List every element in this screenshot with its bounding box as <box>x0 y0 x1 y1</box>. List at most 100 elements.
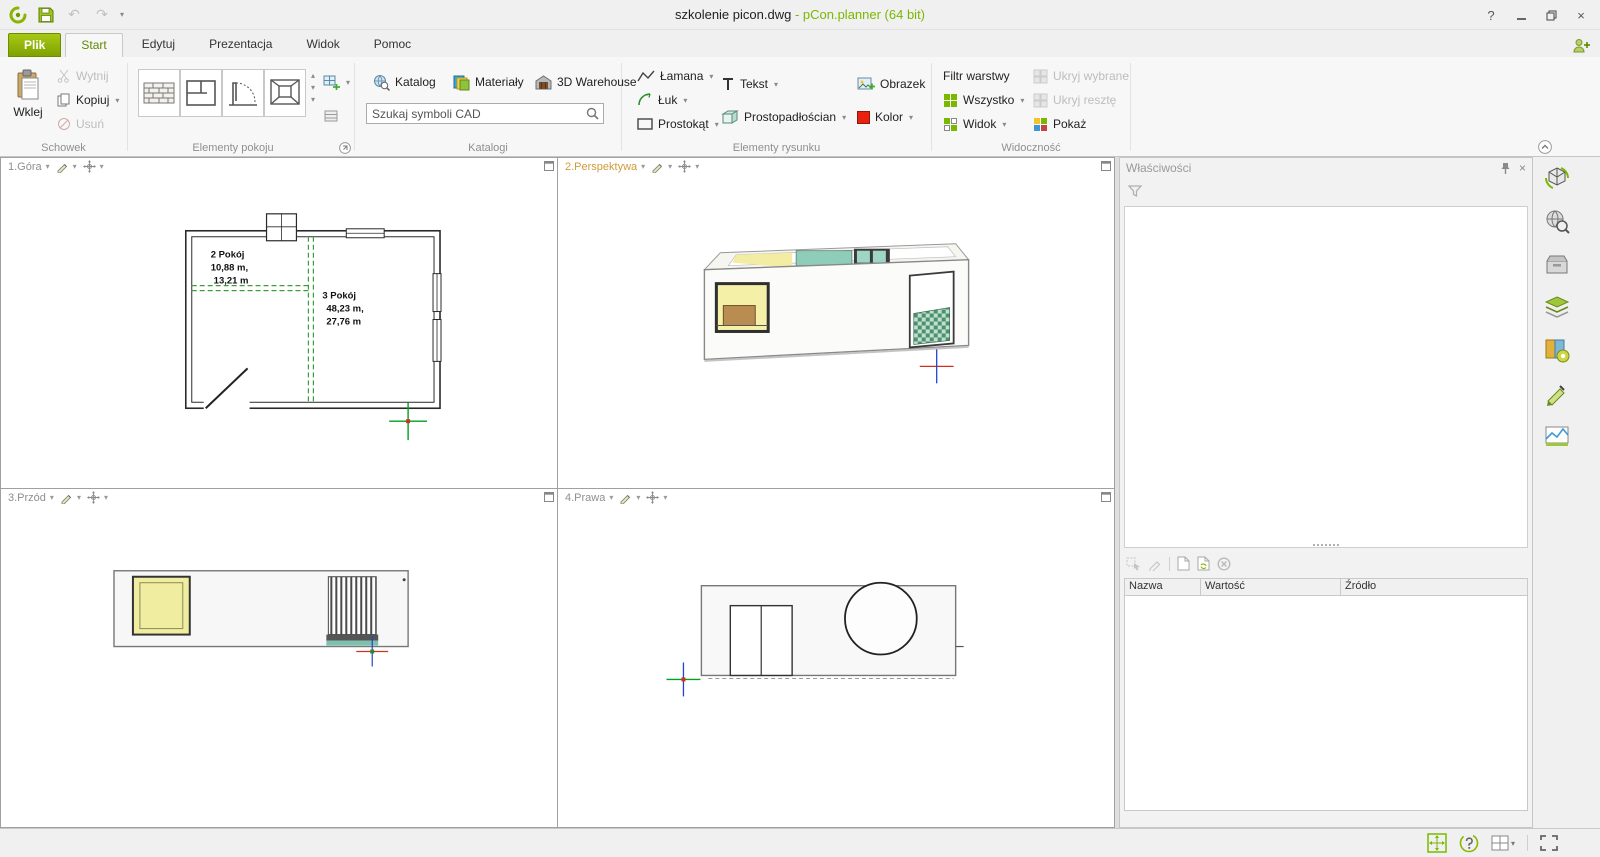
viewport-layout-dropdown-icon[interactable]: ▾ <box>1511 839 1515 848</box>
viewport-4-render-mode-pen-icon[interactable] <box>619 491 632 504</box>
selection-filter-icon[interactable] <box>1128 184 1144 198</box>
pan-mode-icon[interactable] <box>1427 833 1447 853</box>
viewport-3-navigation-icon[interactable] <box>86 491 100 504</box>
wall-tool-button[interactable] <box>138 69 180 117</box>
tab-pomoc[interactable]: Pomoc <box>359 33 426 57</box>
new-page-icon[interactable] <box>1177 556 1190 571</box>
text-button[interactable]: Tekst ▾ <box>716 73 783 95</box>
catalog-search-icon[interactable] <box>1541 206 1573 236</box>
room-rows-tool-button[interactable] <box>320 105 342 127</box>
rectangle-button[interactable]: Prostokąt ▾ <box>632 113 724 135</box>
materials-manager-icon[interactable] <box>1541 335 1573 365</box>
maximize-button[interactable] <box>1538 4 1564 26</box>
scroll-down-icon[interactable]: ▾ <box>311 83 315 92</box>
polyline-dropdown-icon[interactable]: ▾ <box>709 72 713 81</box>
collapse-ribbon-icon[interactable] <box>1538 140 1552 154</box>
image-button[interactable]: Obrazek <box>852 73 930 95</box>
viewport-1-label[interactable]: 1.Góra <box>8 161 42 173</box>
warehouse-button[interactable]: 3D Warehouse <box>530 71 642 93</box>
viewport-4-view-dropdown-icon[interactable]: ▾ <box>609 493 613 502</box>
viewport-3-navigation-dropdown-icon[interactable]: ▾ <box>104 493 108 502</box>
viewport-2-navigation-dropdown-icon[interactable]: ▾ <box>695 162 699 171</box>
catalog-button[interactable]: Katalog <box>368 71 441 93</box>
door-tool-button[interactable] <box>222 69 264 117</box>
fullscreen-icon[interactable] <box>1540 835 1558 851</box>
viewport-3-view-dropdown-icon[interactable]: ▾ <box>50 493 54 502</box>
close-button[interactable]: × <box>1568 4 1594 26</box>
viewport-2-maximize-icon[interactable] <box>1101 161 1111 171</box>
show-all-button[interactable]: Wszystko ▾ <box>938 89 1029 111</box>
viewport-3-label[interactable]: 3.Przód <box>8 492 46 504</box>
render-settings-icon[interactable] <box>1541 421 1573 451</box>
column-header-zrodlo[interactable]: Źródło <box>1341 579 1527 595</box>
layers-icon[interactable] <box>1541 292 1573 322</box>
tab-edytuj[interactable]: Edytuj <box>127 33 190 57</box>
show-all-dropdown-icon[interactable]: ▾ <box>1020 96 1024 105</box>
hide-rest-button[interactable]: Ukryj resztę <box>1028 89 1121 111</box>
viewport-perspective-canvas[interactable] <box>558 158 1114 488</box>
viewport-4-render-dropdown-icon[interactable]: ▾ <box>636 493 640 502</box>
arc-button[interactable]: Łuk ▾ <box>632 89 692 111</box>
tab-widok[interactable]: Widok <box>291 33 354 57</box>
viewport-3-render-mode-pen-icon[interactable] <box>60 491 73 504</box>
ceiling-tool-button[interactable] <box>264 69 306 117</box>
viewport-top-canvas[interactable]: 2 Pokój 10,88 m, 13,21 m 3 Pokój 48,23 m… <box>1 158 557 488</box>
viewport-3-render-dropdown-icon[interactable]: ▾ <box>77 493 81 502</box>
save-button[interactable] <box>36 5 56 25</box>
select-filter-icon[interactable] <box>1126 556 1141 571</box>
cut-button[interactable]: Wytnij <box>52 65 114 87</box>
viewport-2-render-mode-pen-icon[interactable] <box>651 160 664 173</box>
redo-button[interactable]: ↷ <box>92 5 112 25</box>
viewport-4-maximize-icon[interactable] <box>1101 492 1111 502</box>
cad-symbol-search-input[interactable] <box>367 106 582 121</box>
color-dropdown-icon[interactable]: ▾ <box>909 113 913 122</box>
annotate-pen-icon[interactable] <box>1541 378 1573 408</box>
view-visibility-dropdown-icon[interactable]: ▾ <box>1002 120 1006 129</box>
materials-button[interactable]: Materiały <box>448 71 529 93</box>
viewport-4-navigation-icon[interactable] <box>646 491 660 504</box>
help-navigation-icon[interactable] <box>1459 833 1479 853</box>
gallery-more-icon[interactable]: ▾ <box>311 95 315 104</box>
pin-icon[interactable] <box>1499 162 1511 174</box>
search-icon[interactable] <box>582 107 603 120</box>
insert-opening-dropdown-icon[interactable]: ▾ <box>346 78 350 87</box>
edit-pen-icon[interactable] <box>1148 557 1162 571</box>
viewport-4-label[interactable]: 4.Prawa <box>565 492 605 504</box>
scroll-up-icon[interactable]: ▴ <box>311 71 315 80</box>
arc-dropdown-icon[interactable]: ▾ <box>683 96 687 105</box>
tab-plik[interactable]: Plik <box>8 33 62 57</box>
splitter-handle[interactable] <box>1313 544 1339 546</box>
polyline-button[interactable]: Łamana ▾ <box>632 65 718 87</box>
view-visibility-button[interactable]: Widok ▾ <box>938 113 1011 135</box>
orbit-navigation-icon[interactable] <box>1541 163 1573 193</box>
minimize-button[interactable] <box>1508 4 1534 26</box>
delete-button[interactable]: Usuń <box>52 113 109 135</box>
viewport-front-canvas[interactable] <box>1 489 557 827</box>
show-button[interactable]: Pokaż <box>1028 113 1091 135</box>
copy-button[interactable]: Kopiuj ▾ <box>52 89 124 111</box>
tab-prezentacja[interactable]: Prezentacja <box>194 33 287 57</box>
clear-icon[interactable] <box>1217 557 1231 571</box>
viewport-1-view-dropdown-icon[interactable]: ▾ <box>46 162 50 171</box>
undo-button[interactable]: ↶ <box>64 5 84 25</box>
cuboid-dropdown-icon[interactable]: ▾ <box>842 113 846 122</box>
clipboard-drawer-icon[interactable] <box>1541 249 1573 279</box>
viewport-2-label[interactable]: 2.Perspektywa <box>565 161 637 173</box>
cuboid-button[interactable]: Prostopadłościan ▾ <box>716 106 851 128</box>
viewport-2-render-dropdown-icon[interactable]: ▾ <box>668 162 672 171</box>
viewport-layout-button[interactable]: ▾ <box>1491 835 1515 851</box>
viewport-2-view-dropdown-icon[interactable]: ▾ <box>641 162 645 171</box>
room-tool-button[interactable] <box>180 69 222 117</box>
viewport-2-navigation-icon[interactable] <box>678 160 692 173</box>
viewport-1-navigation-dropdown-icon[interactable]: ▾ <box>100 162 104 171</box>
viewport-1-render-mode-pen-icon[interactable] <box>56 160 69 173</box>
column-header-wartosc[interactable]: Wartość <box>1201 579 1341 595</box>
layer-filter-button[interactable]: Filtr warstwy <box>938 65 1015 87</box>
user-plus-icon[interactable] <box>1573 38 1590 53</box>
viewport-1-navigation-icon[interactable] <box>82 160 96 173</box>
quick-access-dropdown-icon[interactable]: ▾ <box>120 10 130 19</box>
room-elements-dialog-launcher-icon[interactable] <box>339 142 351 154</box>
insert-opening-button[interactable]: ▾ <box>320 71 353 93</box>
column-header-nazwa[interactable]: Nazwa <box>1125 579 1201 595</box>
tab-start[interactable]: Start <box>65 33 123 57</box>
